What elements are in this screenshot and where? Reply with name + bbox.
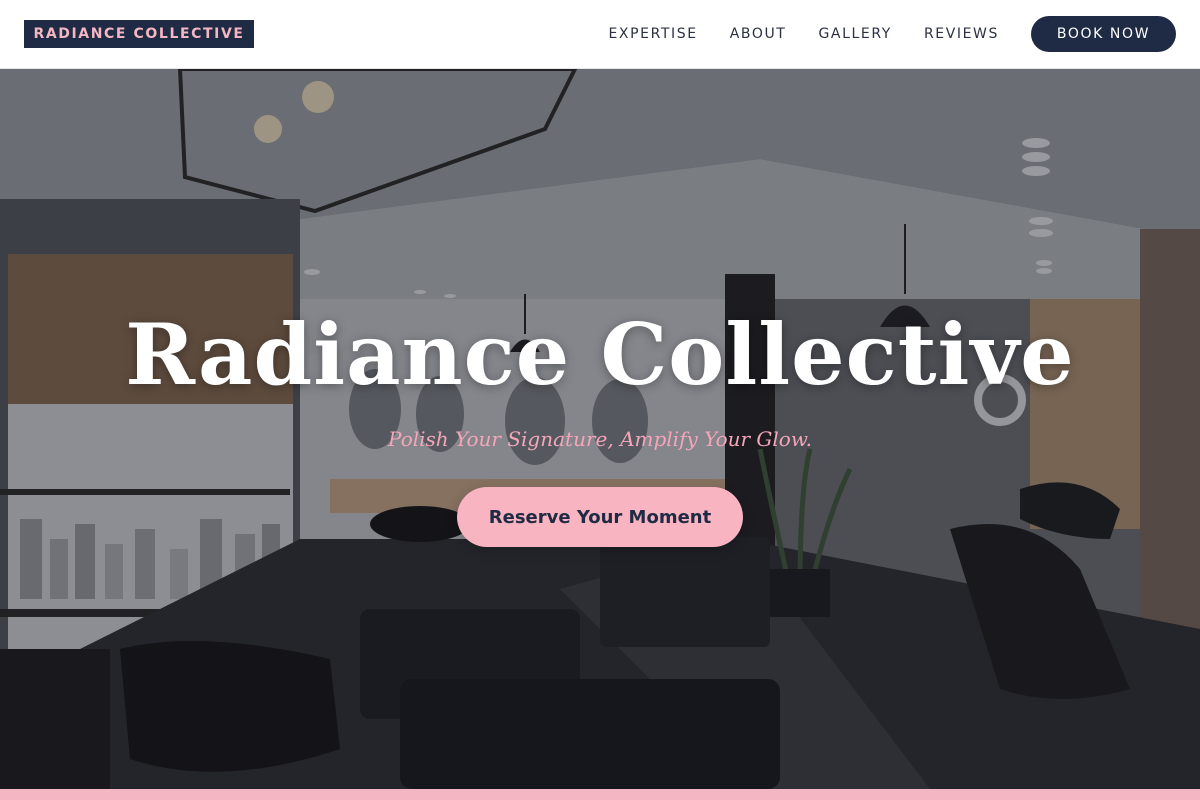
brand-logo[interactable]: RADIANCE COLLECTIVE bbox=[24, 20, 254, 48]
nav-link-about[interactable]: ABOUT bbox=[730, 16, 787, 52]
nav-link-gallery[interactable]: GALLERY bbox=[818, 16, 891, 52]
nav-link-reviews[interactable]: REVIEWS bbox=[924, 16, 999, 52]
hero-section: Radiance Collective Polish Your Signatur… bbox=[0, 69, 1200, 789]
reserve-button[interactable]: Reserve Your Moment bbox=[457, 487, 743, 547]
hero-title: Radiance Collective bbox=[125, 305, 1075, 404]
book-now-button[interactable]: BOOK NOW bbox=[1031, 16, 1176, 52]
bottom-accent-bar bbox=[0, 789, 1200, 800]
main-nav: EXPERTISE ABOUT GALLERY REVIEWS BOOK NOW bbox=[608, 16, 1176, 52]
hero-tagline: Polish Your Signature, Amplify Your Glow… bbox=[388, 427, 812, 451]
site-header: RADIANCE COLLECTIVE EXPERTISE ABOUT GALL… bbox=[0, 0, 1200, 69]
nav-link-expertise[interactable]: EXPERTISE bbox=[608, 16, 697, 52]
